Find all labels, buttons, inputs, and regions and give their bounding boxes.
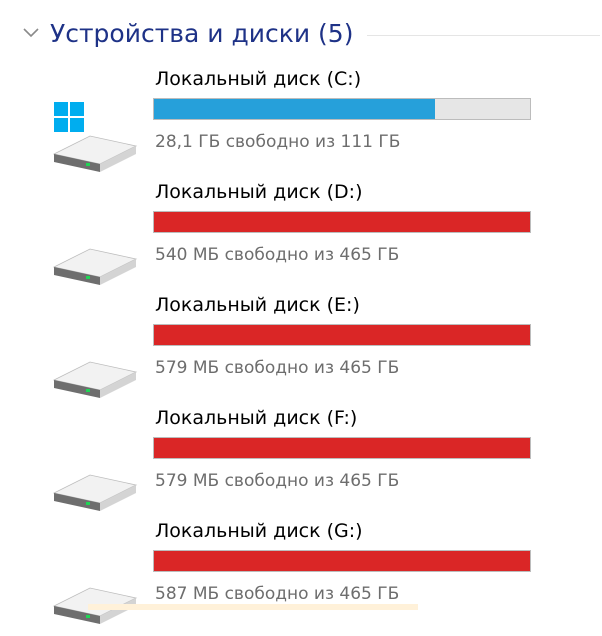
drive-usage-bar [153, 324, 531, 346]
hard-drive-icon [52, 474, 138, 511]
drive-usage-bar [153, 550, 531, 572]
chevron-down-icon[interactable] [20, 22, 42, 44]
group-divider [367, 34, 600, 36]
drive-usage-fill [154, 99, 435, 119]
drive-name: Локальный диск (E:) [155, 294, 360, 316]
group-title: Устройства и диски (5) [50, 18, 354, 48]
drive-name: Локальный диск (D:) [155, 181, 363, 203]
drive-free-space: 587 МБ свободно из 465 ГБ [155, 584, 400, 604]
drive-free-space: 540 МБ свободно из 465 ГБ [155, 245, 400, 265]
windows-drive-icon [52, 102, 138, 172]
drive-usage-fill [154, 325, 530, 345]
drive-free-space: 579 МБ свободно из 465 ГБ [155, 358, 400, 378]
hard-drive-icon [52, 361, 138, 398]
drive-item-c[interactable]: Локальный диск (C:) 28,1 ГБ свободно из … [0, 68, 602, 184]
drive-usage-fill [154, 438, 530, 458]
drive-name: Локальный диск (F:) [155, 407, 358, 429]
drive-item-f[interactable]: Локальный диск (F:) 579 МБ свободно из 4… [0, 407, 602, 523]
drive-item-d[interactable]: Локальный диск (D:) 540 МБ свободно из 4… [0, 181, 602, 297]
drive-usage-fill [154, 212, 530, 232]
drive-usage-bar [153, 437, 531, 459]
drive-name: Локальный диск (G:) [155, 520, 363, 542]
hard-drive-icon [52, 248, 138, 285]
drive-usage-bar [153, 211, 531, 233]
drive-free-space: 28,1 ГБ свободно из 111 ГБ [155, 132, 401, 152]
drive-usage-bar [153, 98, 531, 120]
drive-free-space: 579 МБ свободно из 465 ГБ [155, 471, 400, 491]
drive-item-e[interactable]: Локальный диск (E:) 579 МБ свободно из 4… [0, 294, 602, 410]
hard-drive-icon [52, 587, 138, 624]
group-header-devices[interactable]: Устройства и диски (5) [20, 12, 600, 54]
drive-item-g[interactable]: Локальный диск (G:) 587 МБ свободно из 4… [0, 520, 602, 636]
next-item-hover-highlight [88, 604, 418, 610]
drive-name: Локальный диск (C:) [155, 68, 362, 90]
drive-usage-fill [154, 551, 530, 571]
